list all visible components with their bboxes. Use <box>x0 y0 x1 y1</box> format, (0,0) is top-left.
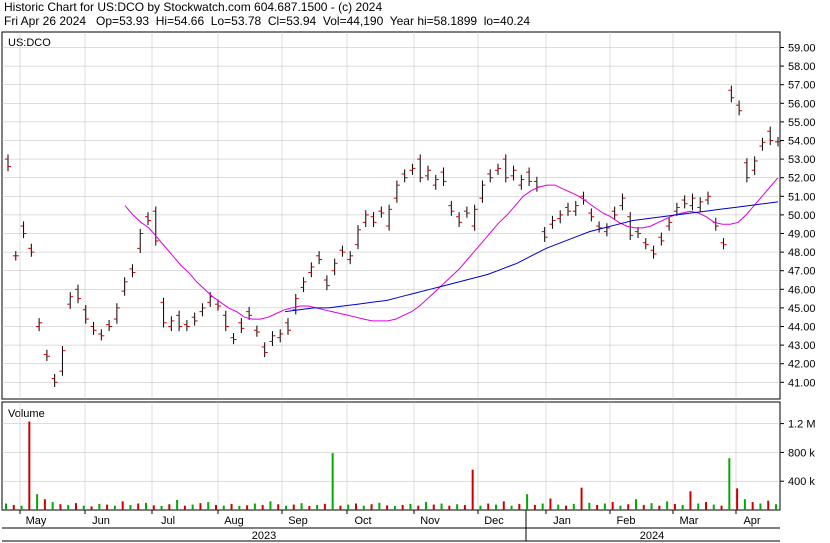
x-month-label: Mar <box>680 515 699 527</box>
price-tick-label: 58.00 <box>788 61 816 73</box>
price-tick-label: 49.00 <box>788 229 816 241</box>
x-month-label: Jun <box>92 515 110 527</box>
price-tick-label: 48.00 <box>788 247 816 259</box>
x-month-label: Nov <box>420 515 440 527</box>
x-month-label: Aug <box>224 515 244 527</box>
price-tick-label: 57.00 <box>788 80 816 92</box>
volume-tick-label: 400 k <box>788 476 815 488</box>
price-tick-label: 46.00 <box>788 284 816 296</box>
price-tick-label: 41.00 <box>788 377 816 389</box>
price-tick-label: 56.00 <box>788 98 816 110</box>
price-panel <box>1 31 781 400</box>
x-year-label: 2023 <box>252 530 276 542</box>
price-tick-label: 50.00 <box>788 210 816 222</box>
x-month-label: Oct <box>354 515 371 527</box>
price-tick-label: 55.00 <box>788 117 816 129</box>
price-tick-label: 51.00 <box>788 191 816 203</box>
x-month-label: Sep <box>288 515 308 527</box>
volume-tick-label: 800 k <box>788 447 815 459</box>
x-month-label: Jul <box>161 515 175 527</box>
x-month-label: May <box>26 515 47 527</box>
price-tick-label: 47.00 <box>788 266 816 278</box>
chart-window: Historic Chart for US:DCO by Stockwatch.… <box>0 0 830 543</box>
x-year-label: 2024 <box>640 530 664 542</box>
stock-chart: US:DCO Volume 41.00 42.00 43.00 44.00 45.00 46.… <box>1 31 816 542</box>
price-tick-label: 45.00 <box>788 303 816 315</box>
price-tick-label: 43.00 <box>788 340 816 352</box>
price-tick-label: 59.00 <box>788 43 816 55</box>
price-panel-title: US:DCO <box>8 37 51 49</box>
price-tick-label: 44.00 <box>788 322 816 334</box>
volume-panel-title: Volume <box>8 408 45 420</box>
price-tick-label: 42.00 <box>788 359 816 371</box>
x-month-label: Dec <box>484 515 504 527</box>
volume-tick-label: 1.2 M <box>788 419 816 431</box>
price-tick-label: 53.00 <box>788 154 816 166</box>
x-month-label: Feb <box>617 515 636 527</box>
x-month-label: Apr <box>743 515 760 527</box>
volume-panel <box>1 401 781 511</box>
x-month-label: Jan <box>553 515 571 527</box>
price-tick-label: 52.00 <box>788 173 816 185</box>
price-tick-label: 54.00 <box>788 136 816 148</box>
